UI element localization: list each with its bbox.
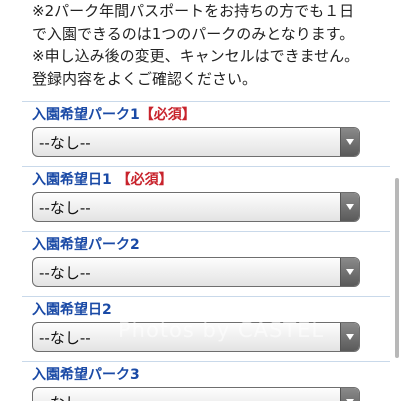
park-3-select[interactable]: --なし-- — [32, 387, 360, 401]
required-badge: 【必須】 — [139, 107, 196, 123]
notice-line-2: で入園できるのは1つのパークのみとなります。 — [32, 24, 355, 43]
field-date-2: 入園希望日2 --なし-- — [22, 296, 390, 363]
park-2-select[interactable]: --なし-- — [32, 257, 360, 287]
notice-line-1: ※2パーク年間パスポートをお持ちの方でも１日 — [32, 2, 355, 20]
scrollbar[interactable] — [395, 178, 399, 358]
park-2-select-value: --なし-- — [39, 264, 91, 282]
dropdown-arrow-icon — [340, 258, 359, 286]
date-1-select[interactable]: --なし-- — [32, 192, 360, 222]
dropdown-arrow-icon — [340, 388, 359, 401]
dropdown-arrow-icon — [340, 128, 359, 156]
field-date-1: 入園希望日1 【必須】 --なし-- — [22, 166, 390, 233]
dropdown-arrow-icon — [340, 323, 359, 351]
required-badge: 【必須】 — [116, 172, 173, 188]
date-2-select[interactable]: --なし-- — [32, 322, 360, 352]
notice-line-3: ※申し込み後の変更、キャンセルはできません。 — [32, 47, 360, 65]
field-park-1: 入園希望パーク1【必須】 --なし-- — [22, 101, 390, 168]
dropdown-arrow-icon — [340, 193, 359, 221]
date-2-select-value: --なし-- — [39, 329, 91, 347]
date-1-select-value: --なし-- — [39, 199, 91, 217]
field-date-1-label: 入園希望日1 【必須】 — [32, 172, 173, 188]
field-park-3: 入園希望パーク3 --なし-- — [22, 361, 390, 401]
field-park-2-label: 入園希望パーク2 — [32, 237, 140, 253]
field-date-2-label: 入園希望日2 — [32, 302, 112, 318]
notice-line-4: 登録内容をよくご確認ください。 — [32, 69, 258, 88]
field-park-1-label: 入園希望パーク1【必須】 — [32, 107, 196, 123]
field-park-3-label: 入園希望パーク3 — [32, 367, 140, 383]
park-1-select[interactable]: --なし-- — [32, 127, 360, 157]
notice-text: ※2パーク年間パスポートをお持ちの方でも１日 で入園できるのは1つのパークのみと… — [32, 0, 392, 90]
field-park-2: 入園希望パーク2 --なし-- — [22, 231, 390, 298]
park-1-select-value: --なし-- — [39, 134, 91, 152]
